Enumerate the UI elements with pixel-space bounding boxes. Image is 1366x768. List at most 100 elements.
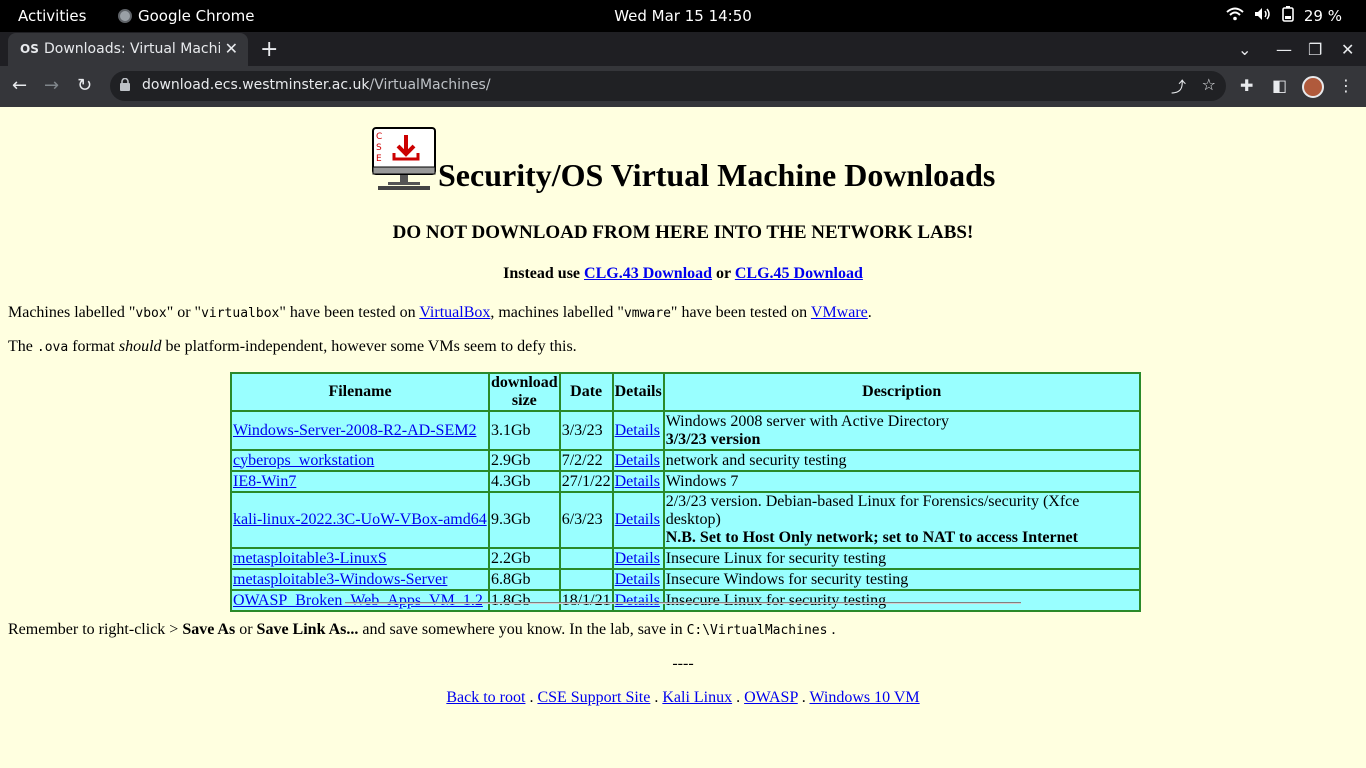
cell-size: 4.3Gb: [489, 471, 560, 492]
cell-filename: metasploitable3-LinuxS: [231, 548, 489, 569]
remember-or: or: [235, 621, 257, 638]
details-link[interactable]: Details: [615, 550, 660, 567]
vmware-code: vmware: [623, 306, 671, 321]
footer-sep: .: [732, 689, 745, 706]
vm-file-link[interactable]: Windows-Server-2008-R2-AD-SEM2: [233, 422, 476, 439]
cell-description: Windows 7: [663, 471, 1140, 492]
vm-downloads-table: Filename download size Date Details Descr…: [230, 372, 1141, 612]
p1-text-b: " or ": [166, 304, 202, 321]
cell-size: 3.1Gb: [489, 411, 560, 450]
lock-icon: [120, 77, 130, 91]
cell-details: Details: [612, 492, 664, 548]
col-details: Details: [612, 373, 664, 411]
p1-text-f: .: [867, 304, 872, 321]
description-text: 2/3/23 version. Debian-based Linux for F…: [665, 493, 1080, 528]
cell-description: Insecure Windows for security testing: [663, 569, 1140, 590]
bookmark-star-icon[interactable]: ☆: [1202, 75, 1216, 94]
cell-details: Details: [612, 569, 664, 590]
description-text: Windows 2008 server with Active Director…: [665, 412, 949, 430]
remember-text-a: Remember to right-click >: [8, 621, 183, 638]
col-size-line1: download: [491, 374, 558, 391]
share-icon[interactable]: ⤴: [1171, 76, 1186, 97]
cse-support-site-link[interactable]: CSE Support Site: [537, 689, 650, 706]
back-to-root-link[interactable]: Back to root: [446, 689, 525, 706]
cell-details: Details: [612, 548, 664, 569]
virtualbox-link[interactable]: VirtualBox: [419, 304, 490, 321]
separator-dashes: ----: [672, 655, 694, 672]
address-bar[interactable]: download.ecs.westminster.ac.uk/VirtualMa…: [110, 71, 1226, 101]
cell-date: [559, 569, 613, 590]
details-link[interactable]: Details: [615, 422, 660, 439]
details-link[interactable]: Details: [615, 571, 660, 588]
cell-description: network and security testing: [663, 450, 1140, 471]
system-tray[interactable]: 29 %: [1226, 6, 1342, 26]
p1-text-e: " have been tested on: [670, 304, 811, 321]
vm-file-link[interactable]: metasploitable3-LinuxS: [233, 550, 387, 567]
back-arrow-icon[interactable]: ←: [12, 75, 27, 96]
chrome-icon: [118, 9, 132, 23]
restore-icon[interactable]: ❐: [1308, 40, 1322, 59]
details-link[interactable]: Details: [615, 452, 660, 469]
cell-filename: kali-linux-2022.3C-UoW-VBox-amd64: [231, 492, 489, 548]
reload-icon[interactable]: ↻: [77, 75, 92, 96]
vm-file-link[interactable]: IE8-Win7: [233, 473, 296, 490]
profile-avatar[interactable]: [1302, 76, 1324, 98]
details-link[interactable]: Details: [615, 592, 660, 609]
windows-10-vm-link[interactable]: Windows 10 VM: [809, 689, 919, 706]
tab-downloads[interactable]: OS Downloads: Virtual Machi ✕: [8, 33, 248, 66]
chrome-menu-icon[interactable]: ⋮: [1338, 76, 1354, 95]
kali-linux-link[interactable]: Kali Linux: [662, 689, 732, 706]
app-menu[interactable]: Google Chrome: [118, 7, 255, 25]
description-text: network and security testing: [665, 451, 847, 469]
cell-size: 9.3Gb: [489, 492, 560, 548]
url-text: download.ecs.westminster.ac.uk/VirtualMa…: [142, 77, 491, 93]
vmware-link[interactable]: VMware: [811, 304, 868, 321]
cse-download-logo-icon: C S E: [372, 127, 436, 191]
save-instructions: Remember to right-click > Save As or Sav…: [8, 621, 835, 639]
description-text: Insecure Linux for security testing: [665, 549, 887, 567]
clock[interactable]: Wed Mar 15 14:50: [614, 7, 752, 25]
details-link[interactable]: Details: [615, 511, 660, 528]
cell-description: Insecure Linux for security testing: [663, 548, 1140, 569]
instead-line: Instead use CLG.43 Download or CLG.45 Do…: [0, 265, 1366, 283]
vm-file-link[interactable]: metasploitable3-Windows-Server: [233, 571, 447, 588]
minimize-icon[interactable]: —: [1276, 40, 1292, 59]
forward-arrow-icon[interactable]: →: [44, 75, 59, 96]
clg45-download-link[interactable]: CLG.45 Download: [735, 265, 863, 282]
table-header-row: Filename download size Date Details Descr…: [231, 373, 1140, 411]
url-host: download.ecs.westminster.ac.uk: [142, 77, 370, 93]
details-link[interactable]: Details: [615, 473, 660, 490]
tab-close-icon[interactable]: ✕: [225, 39, 238, 58]
owasp-link[interactable]: OWASP: [744, 689, 798, 706]
col-description: Description: [663, 373, 1140, 411]
svg-text:E: E: [376, 154, 382, 164]
description-text: Insecure Windows for security testing: [665, 570, 909, 588]
footer-sep: .: [797, 689, 810, 706]
table-row: Windows-Server-2008-R2-AD-SEM2 3.1Gb 3/3/2…: [231, 411, 1140, 450]
browser-toolbar: ← → ↻ download.ecs.westminster.ac.uk/Vir…: [0, 66, 1366, 108]
extensions-puzzle-icon[interactable]: ✚: [1240, 76, 1253, 95]
col-size-line2: size: [511, 392, 537, 409]
p1-text-d: , machines labelled ": [490, 304, 624, 321]
activities-button[interactable]: Activities: [18, 7, 86, 25]
vm-file-link[interactable]: kali-linux-2022.3C-UoW-VBox-amd64: [233, 511, 487, 528]
cell-description: 2/3/23 version. Debian-based Linux for F…: [663, 492, 1140, 548]
vm-file-link[interactable]: cyberops_workstation: [233, 452, 374, 469]
tab-search-chevron-icon[interactable]: ⌄: [1238, 40, 1251, 59]
page-heading: C S E Security/OS Virtual Machine Downlo…: [372, 127, 995, 191]
new-tab-plus-icon[interactable]: +: [260, 37, 278, 62]
cell-filename: OWASP_Broken_Web_Apps_VM_1.2: [231, 590, 489, 611]
ova-code: .ova: [36, 340, 69, 355]
cell-description: Windows 2008 server with Active Director…: [663, 411, 1140, 450]
table-row: OWASP_Broken_Web_Apps_VM_1.2 1.8Gb 18/1/21…: [231, 590, 1140, 611]
ova-paragraph: The .ova format should be platform-indep…: [8, 338, 577, 356]
footer-sep: .: [650, 689, 663, 706]
vm-file-link[interactable]: OWASP_Broken_Web_Apps_VM_1.2: [233, 592, 483, 609]
instead-or: or: [716, 265, 731, 282]
remember-text-d: .: [827, 621, 836, 638]
clg43-download-link[interactable]: CLG.43 Download: [584, 265, 712, 282]
cell-filename: cyberops_workstation: [231, 450, 489, 471]
side-panel-icon[interactable]: ◧: [1272, 76, 1287, 95]
save-as-bold: Save As: [182, 621, 236, 638]
close-window-icon[interactable]: ✕: [1341, 40, 1354, 59]
